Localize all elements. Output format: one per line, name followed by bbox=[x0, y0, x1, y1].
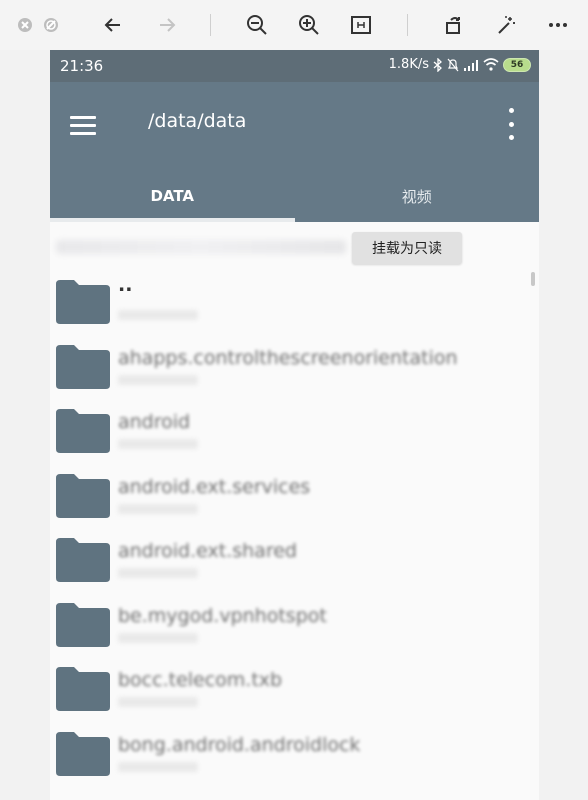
mount-readonly-button[interactable]: 挂载为只读 bbox=[352, 232, 462, 264]
tab-video[interactable]: 视频 bbox=[295, 170, 540, 222]
list-item[interactable]: bong.android.androidlock bbox=[50, 722, 539, 787]
viewer-toolbar bbox=[0, 0, 588, 50]
wifi-icon bbox=[483, 58, 499, 71]
file-details bbox=[118, 439, 198, 449]
file-details bbox=[118, 503, 198, 514]
list-item[interactable]: ahapps.controlthescreenorientation bbox=[50, 335, 539, 400]
list-item[interactable]: .. bbox=[50, 270, 539, 335]
file-name: bocc.telecom.txb bbox=[118, 669, 283, 691]
magic-wand-icon[interactable] bbox=[493, 12, 519, 38]
battery-icon: 56 bbox=[503, 57, 531, 72]
file-details bbox=[118, 761, 198, 772]
folder-icon bbox=[56, 473, 110, 518]
zoom-in-icon[interactable] bbox=[296, 12, 322, 38]
folder-icon bbox=[56, 731, 110, 776]
status-time: 21:36 bbox=[60, 57, 104, 75]
close-icon[interactable] bbox=[12, 12, 38, 38]
mount-row: 挂载为只读 bbox=[50, 222, 539, 270]
file-details bbox=[118, 697, 198, 707]
folder-icon bbox=[56, 602, 110, 647]
folder-icon bbox=[56, 409, 110, 453]
zoom-out-icon[interactable] bbox=[244, 12, 270, 38]
list-item[interactable]: android bbox=[50, 399, 539, 464]
hamburger-menu-icon[interactable] bbox=[70, 107, 106, 143]
phone-screen: 21:36 1.8K/s 56 /data/data DATA 视频 挂载为只读… bbox=[50, 50, 539, 800]
file-name: android.ext.shared bbox=[118, 540, 297, 562]
list-item[interactable]: be.mygod.vpnhotspot bbox=[50, 593, 539, 658]
folder-icon bbox=[56, 280, 110, 324]
fit-page-icon[interactable] bbox=[348, 12, 374, 38]
tab-data[interactable]: DATA bbox=[50, 170, 295, 222]
more-icon[interactable] bbox=[545, 12, 571, 38]
list-item[interactable]: bocc.telecom.txb bbox=[50, 657, 539, 722]
stop-icon[interactable] bbox=[38, 12, 64, 38]
forward-arrow-icon[interactable] bbox=[154, 12, 180, 38]
network-speed: 1.8K/s bbox=[388, 57, 429, 72]
overflow-menu-icon[interactable] bbox=[505, 108, 517, 140]
tab-bar: DATA 视频 bbox=[50, 170, 539, 222]
file-details bbox=[118, 374, 198, 385]
bluetooth-icon bbox=[433, 57, 442, 72]
file-name: android.ext.services bbox=[118, 475, 311, 498]
app-bar: /data/data bbox=[50, 82, 539, 170]
file-name: ahapps.controlthescreenorientation bbox=[118, 346, 458, 369]
back-arrow-icon[interactable] bbox=[100, 12, 126, 38]
list-item[interactable]: android.ext.shared bbox=[50, 528, 539, 593]
status-bar: 21:36 1.8K/s 56 bbox=[50, 50, 539, 82]
blurred-hint-text bbox=[56, 240, 346, 254]
file-name: bong.android.androidlock bbox=[118, 733, 361, 756]
folder-icon bbox=[56, 538, 110, 582]
folder-icon bbox=[56, 667, 110, 711]
current-path: /data/data bbox=[148, 110, 247, 132]
signal-icon bbox=[464, 59, 478, 71]
rotate-icon[interactable] bbox=[441, 12, 467, 38]
mute-icon bbox=[447, 58, 459, 71]
file-list: .. ahapps.controlthescreenorientation an… bbox=[50, 270, 539, 786]
file-details bbox=[118, 632, 198, 643]
status-indicators: 1.8K/s 56 bbox=[389, 57, 531, 72]
file-name: android bbox=[118, 411, 191, 433]
file-name: .. bbox=[118, 274, 133, 296]
file-name: be.mygod.vpnhotspot bbox=[118, 604, 327, 627]
list-item[interactable]: android.ext.services bbox=[50, 464, 539, 529]
folder-icon bbox=[56, 344, 110, 389]
file-details bbox=[118, 568, 198, 578]
file-details bbox=[118, 310, 198, 320]
